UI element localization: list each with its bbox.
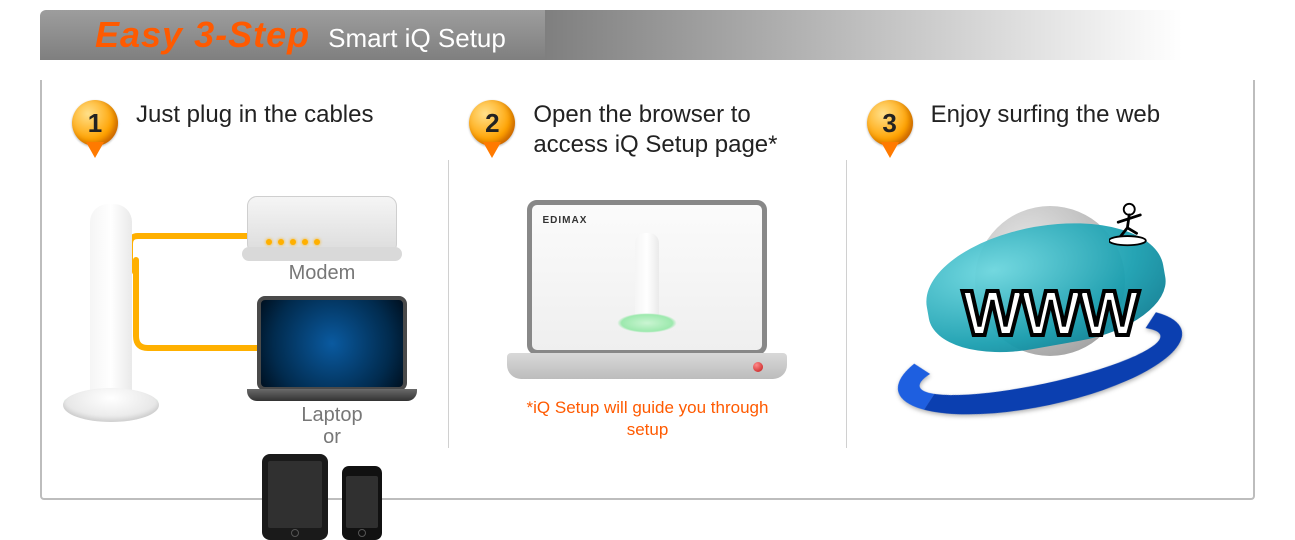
steps-panel: 1 Just plug in the cables Modem <box>40 80 1255 500</box>
step-3-number: 3 <box>882 108 896 139</box>
laptop-device-icon <box>257 296 407 401</box>
step-2-title: Open the browser to access iQ Setup page… <box>533 100 825 160</box>
laptop-label: Laptop or <box>267 404 397 448</box>
step-3: 3 Enjoy surfing the web WWW <box>847 100 1243 478</box>
www-text: WWW <box>925 276 1175 350</box>
modem-label: Modem <box>247 262 397 285</box>
mini-router-icon <box>635 233 659 323</box>
step-2: 2 Open the browser to access iQ Setup pa… <box>449 100 845 478</box>
step-2-pin-icon: 2 <box>469 100 515 156</box>
step-3-title: Enjoy surfing the web <box>931 100 1160 130</box>
modem-device-icon <box>247 196 397 254</box>
step-1-pin-icon: 1 <box>72 100 118 156</box>
step-2-number: 2 <box>485 108 499 139</box>
header-banner: Easy 3-Step Smart iQ Setup <box>0 10 1295 80</box>
banner-subtitle: Smart iQ Setup <box>328 13 506 63</box>
step-1-number: 1 <box>88 108 102 139</box>
step-2-illustration: EDIMAX *iQ Setup will guide you through … <box>469 170 825 441</box>
step-1-illustration: Modem Laptop or <box>72 166 428 446</box>
tablet-device-icon <box>262 454 328 540</box>
router-device-icon <box>90 204 132 404</box>
step-1-title: Just plug in the cables <box>136 100 373 130</box>
step-1: 1 Just plug in the cables Modem <box>52 100 448 478</box>
phone-device-icon <box>342 466 382 540</box>
step-2-footnote: *iQ Setup will guide you through setup <box>517 397 777 441</box>
banner-title: Easy 3-Step <box>95 10 310 60</box>
surfer-icon <box>1109 202 1155 248</box>
step-3-pin-icon: 3 <box>867 100 913 156</box>
step-3-illustration: WWW <box>867 166 1223 446</box>
setup-laptop-icon: EDIMAX <box>527 200 767 379</box>
brand-label: EDIMAX <box>542 215 752 226</box>
